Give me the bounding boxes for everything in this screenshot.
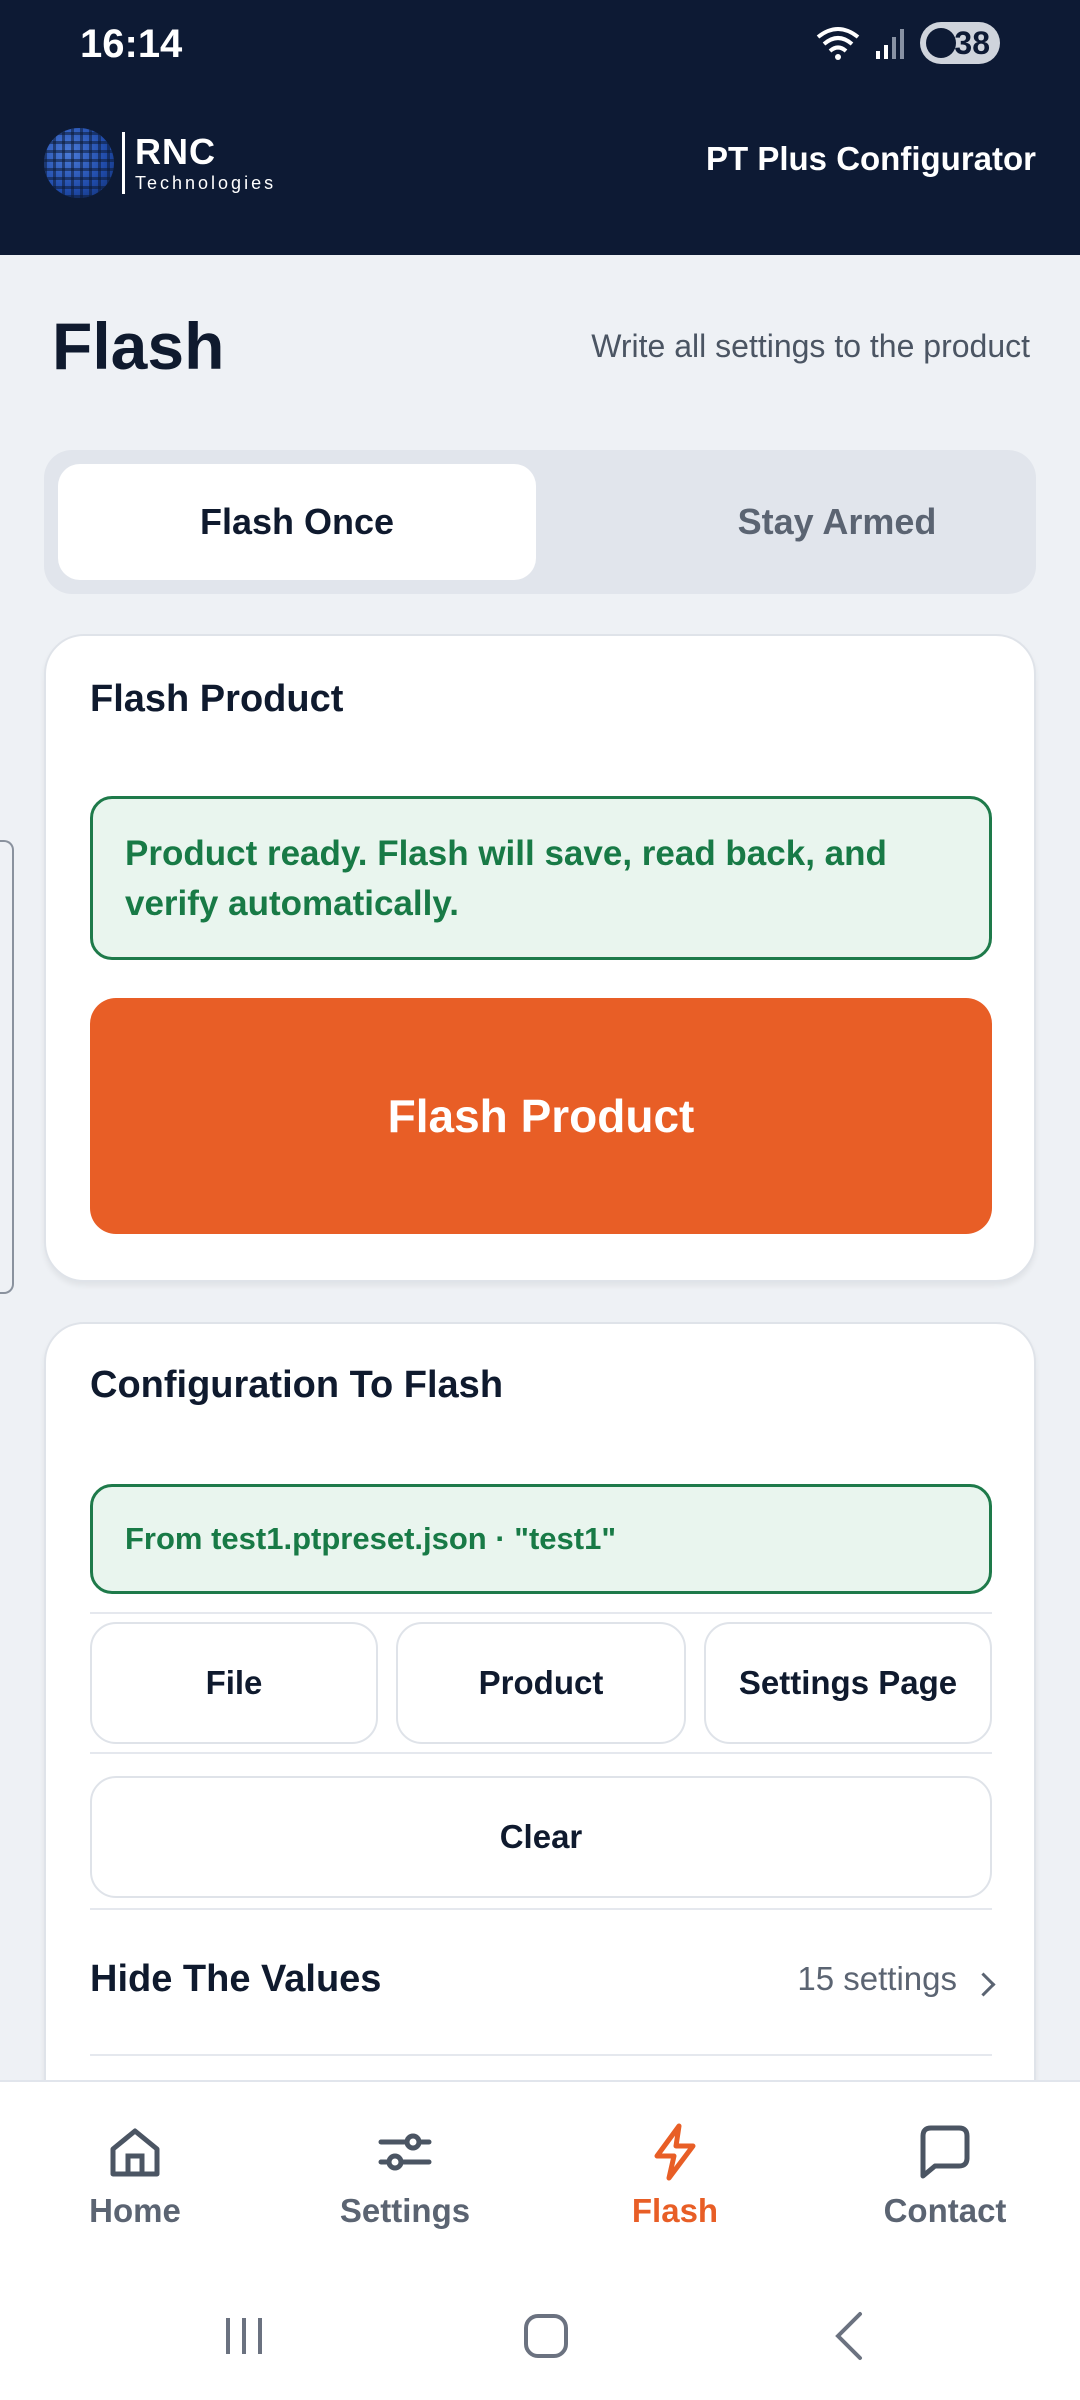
flash-mode-segmented-control: Flash Once Stay Armed bbox=[44, 450, 1036, 594]
nav-label: Settings bbox=[339, 2192, 471, 2229]
hide-values-row[interactable]: Hide The Values 15 settings bbox=[90, 1914, 996, 2044]
brand-sub: Technologies bbox=[135, 173, 277, 193]
nav-label: Contact bbox=[883, 2192, 1007, 2229]
divider bbox=[90, 2054, 992, 2056]
source-product-button[interactable]: Product bbox=[396, 1622, 686, 1744]
status-time: 16:14 bbox=[80, 22, 183, 66]
divider bbox=[90, 1752, 992, 1754]
nav-flash[interactable]: Flash bbox=[540, 2082, 810, 2270]
ready-notice: Product ready. Flash will save, read bac… bbox=[90, 796, 992, 960]
nav-label: Home bbox=[89, 2192, 181, 2229]
brand-name: RNC bbox=[135, 131, 216, 172]
recents-icon[interactable] bbox=[204, 2296, 284, 2376]
home-icon bbox=[110, 2128, 160, 2177]
side-drawer-handle[interactable] bbox=[0, 840, 14, 1294]
flash-product-card: Flash Product Product ready. Flash will … bbox=[44, 634, 1036, 1282]
tab-stay-armed[interactable]: Stay Armed bbox=[598, 464, 1076, 580]
divider bbox=[90, 1908, 992, 1910]
source-settings-page-button[interactable]: Settings Page bbox=[704, 1622, 992, 1744]
lightning-icon bbox=[654, 2123, 696, 2181]
nav-contact[interactable]: Contact bbox=[810, 2082, 1080, 2270]
nav-label: Flash bbox=[631, 2192, 719, 2229]
brand-logo: RNC Technologies bbox=[44, 128, 276, 198]
battery-level: 38 bbox=[954, 24, 990, 61]
tab-flash-once[interactable]: Flash Once bbox=[58, 464, 536, 580]
nav-settings[interactable]: Settings bbox=[270, 2082, 540, 2270]
chat-bubble-icon bbox=[920, 2125, 970, 2179]
card-title: Configuration To Flash bbox=[90, 1364, 504, 1406]
clear-button[interactable]: Clear bbox=[90, 1776, 992, 1898]
chevron-right-icon bbox=[971, 1971, 996, 1997]
app-header: 16:14 38 RNC Technologies PT Plus Config… bbox=[0, 0, 1080, 255]
card-title: Flash Product bbox=[90, 678, 344, 720]
divider bbox=[90, 1612, 992, 1614]
config-source-notice: From test1.ptpreset.json · "test1" bbox=[90, 1484, 992, 1594]
settings-count: 15 settings bbox=[797, 1960, 957, 1997]
status-icons: 38 bbox=[816, 22, 1000, 64]
nav-home[interactable]: Home bbox=[0, 2082, 270, 2270]
globe-icon bbox=[44, 128, 114, 198]
home-button-icon[interactable] bbox=[506, 2296, 586, 2376]
page-title: Flash bbox=[52, 309, 225, 383]
flash-product-button[interactable]: Flash Product bbox=[90, 998, 992, 1234]
signal-icon bbox=[876, 29, 904, 59]
source-file-button[interactable]: File bbox=[90, 1622, 378, 1744]
sliders-icon bbox=[378, 2133, 432, 2171]
system-nav-bar bbox=[0, 2268, 1080, 2400]
bottom-nav: Home Settings Flash Contact bbox=[0, 2080, 1080, 2270]
row-label: Hide The Values bbox=[90, 1957, 382, 2000]
page-subtitle: Write all settings to the product bbox=[591, 328, 1030, 364]
app-title: PT Plus Configurator bbox=[706, 140, 1036, 177]
back-icon[interactable] bbox=[810, 2296, 890, 2376]
battery-indicator: 38 bbox=[920, 22, 1000, 64]
wifi-icon bbox=[816, 27, 860, 60]
power-saving-icon bbox=[926, 28, 956, 58]
